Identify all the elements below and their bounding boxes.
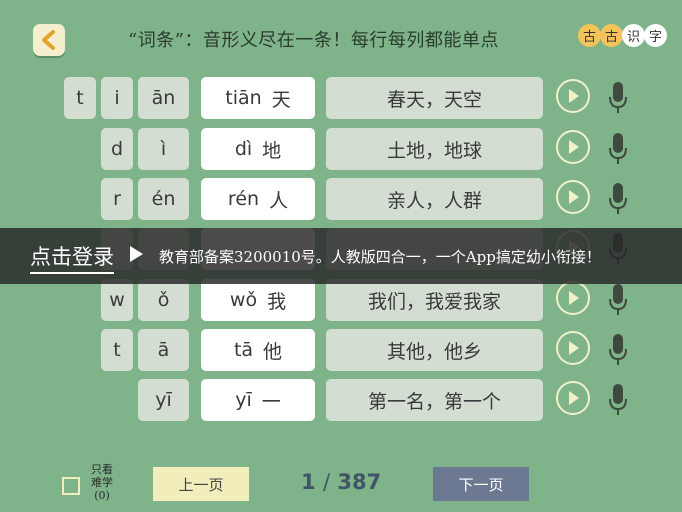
back-button[interactable] xyxy=(33,24,65,56)
play-arrow-icon xyxy=(130,246,143,262)
final-cell[interactable]: ǒ xyxy=(138,279,189,321)
table-row: t ā tā 他 其他，他乡 xyxy=(0,329,682,371)
word-cell[interactable]: wǒ 我 xyxy=(201,279,315,321)
phrase-cell[interactable]: 第一名，第一个 xyxy=(326,379,543,421)
word-cell[interactable]: tā 他 xyxy=(201,329,315,371)
brand-char: 字 xyxy=(644,24,667,47)
table-row: yī yī 一 第一名，第一个 xyxy=(0,379,682,421)
play-icon xyxy=(569,89,579,103)
phrase-cell[interactable]: 春天，天空 xyxy=(326,77,543,119)
play-button[interactable] xyxy=(556,281,590,315)
final-cell[interactable]: én xyxy=(138,178,189,220)
initial-cell[interactable]: t xyxy=(64,77,96,119)
play-icon xyxy=(569,391,579,405)
table-row: w ǒ wǒ 我 我们，我爱我家 xyxy=(0,279,682,321)
phrase-cell[interactable]: 我们，我爱我家 xyxy=(326,279,543,321)
hanzi-label: 我 xyxy=(267,290,287,313)
hanzi-label: 天 xyxy=(271,88,291,111)
brand-char: 识 xyxy=(622,24,645,47)
hanzi-label: 人 xyxy=(269,189,289,212)
initial-cell[interactable]: r xyxy=(101,178,133,220)
microphone-icon[interactable] xyxy=(608,81,628,115)
banner-notice: 教育部备案3200010号。人教版四合一，一个App搞定幼小衔接！ xyxy=(159,248,601,266)
login-link[interactable]: 点击登录 xyxy=(30,241,114,274)
final-cell[interactable]: yī xyxy=(138,379,189,421)
table-row: r én rén 人 亲人，人群 xyxy=(0,178,682,220)
phrase-cell[interactable]: 亲人，人群 xyxy=(326,178,543,220)
hanzi-label: 他 xyxy=(263,340,283,363)
play-icon xyxy=(569,341,579,355)
phrase-cell[interactable]: 土地，地球 xyxy=(326,128,543,170)
difficult-only-checkbox[interactable] xyxy=(62,477,80,495)
table-row: d ì dì 地 土地，地球 xyxy=(0,128,682,170)
word-cell[interactable]: rén 人 xyxy=(201,178,315,220)
play-button[interactable] xyxy=(556,79,590,113)
chevron-left-icon xyxy=(42,30,55,50)
pinyin-label: dì xyxy=(234,138,253,160)
final-cell[interactable]: ì xyxy=(138,128,189,170)
play-button[interactable] xyxy=(556,381,590,415)
play-icon xyxy=(569,190,579,204)
play-button[interactable] xyxy=(556,130,590,164)
microphone-icon[interactable] xyxy=(608,333,628,367)
login-banner[interactable]: 点击登录 教育部备案3200010号。人教版四合一，一个App搞定幼小衔接！ xyxy=(0,228,682,284)
brand-logo: 古 古 识 字 xyxy=(578,24,667,47)
final-cell[interactable]: ā xyxy=(138,329,189,371)
final-cell[interactable]: ān xyxy=(138,77,189,119)
pinyin-label: yī xyxy=(235,389,252,411)
pinyin-label: tiān xyxy=(225,87,262,109)
microphone-icon[interactable] xyxy=(608,283,628,317)
word-cell[interactable]: dì 地 xyxy=(201,128,315,170)
initial-cell[interactable]: w xyxy=(101,279,133,321)
difficult-only-label: 只看难学(0) xyxy=(91,463,113,502)
page-current: 1 xyxy=(301,470,316,494)
hanzi-label: 地 xyxy=(262,139,282,162)
play-icon xyxy=(569,140,579,154)
microphone-icon[interactable] xyxy=(608,383,628,417)
pinyin-label: wǒ xyxy=(229,289,258,311)
initial-cell[interactable]: d xyxy=(101,128,133,170)
page-total: 387 xyxy=(337,470,382,494)
microphone-icon[interactable] xyxy=(608,182,628,216)
phrase-cell[interactable]: 其他，他乡 xyxy=(326,329,543,371)
play-icon xyxy=(569,291,579,305)
page-title: “词条”：音形义尽在一条！每行每列都能单点 xyxy=(128,30,499,51)
initial-cell[interactable]: t xyxy=(101,329,133,371)
page-separator: / xyxy=(322,470,331,494)
microphone-icon[interactable] xyxy=(608,132,628,166)
play-button[interactable] xyxy=(556,331,590,365)
pinyin-label: rén xyxy=(227,188,260,210)
next-page-button[interactable]: 下一页 xyxy=(433,467,529,501)
page-indicator: 1 / 387 xyxy=(301,470,381,494)
word-cell[interactable]: tiān 天 xyxy=(201,77,315,119)
brand-char: 古 xyxy=(578,24,601,47)
brand-char: 古 xyxy=(600,24,623,47)
medial-cell[interactable]: i xyxy=(101,77,133,119)
play-button[interactable] xyxy=(556,180,590,214)
table-row: t i ān tiān 天 春天，天空 xyxy=(0,77,682,119)
prev-page-button[interactable]: 上一页 xyxy=(153,467,249,501)
hanzi-label: 一 xyxy=(261,390,281,413)
word-cell[interactable]: yī 一 xyxy=(201,379,315,421)
pinyin-label: tā xyxy=(233,339,254,361)
